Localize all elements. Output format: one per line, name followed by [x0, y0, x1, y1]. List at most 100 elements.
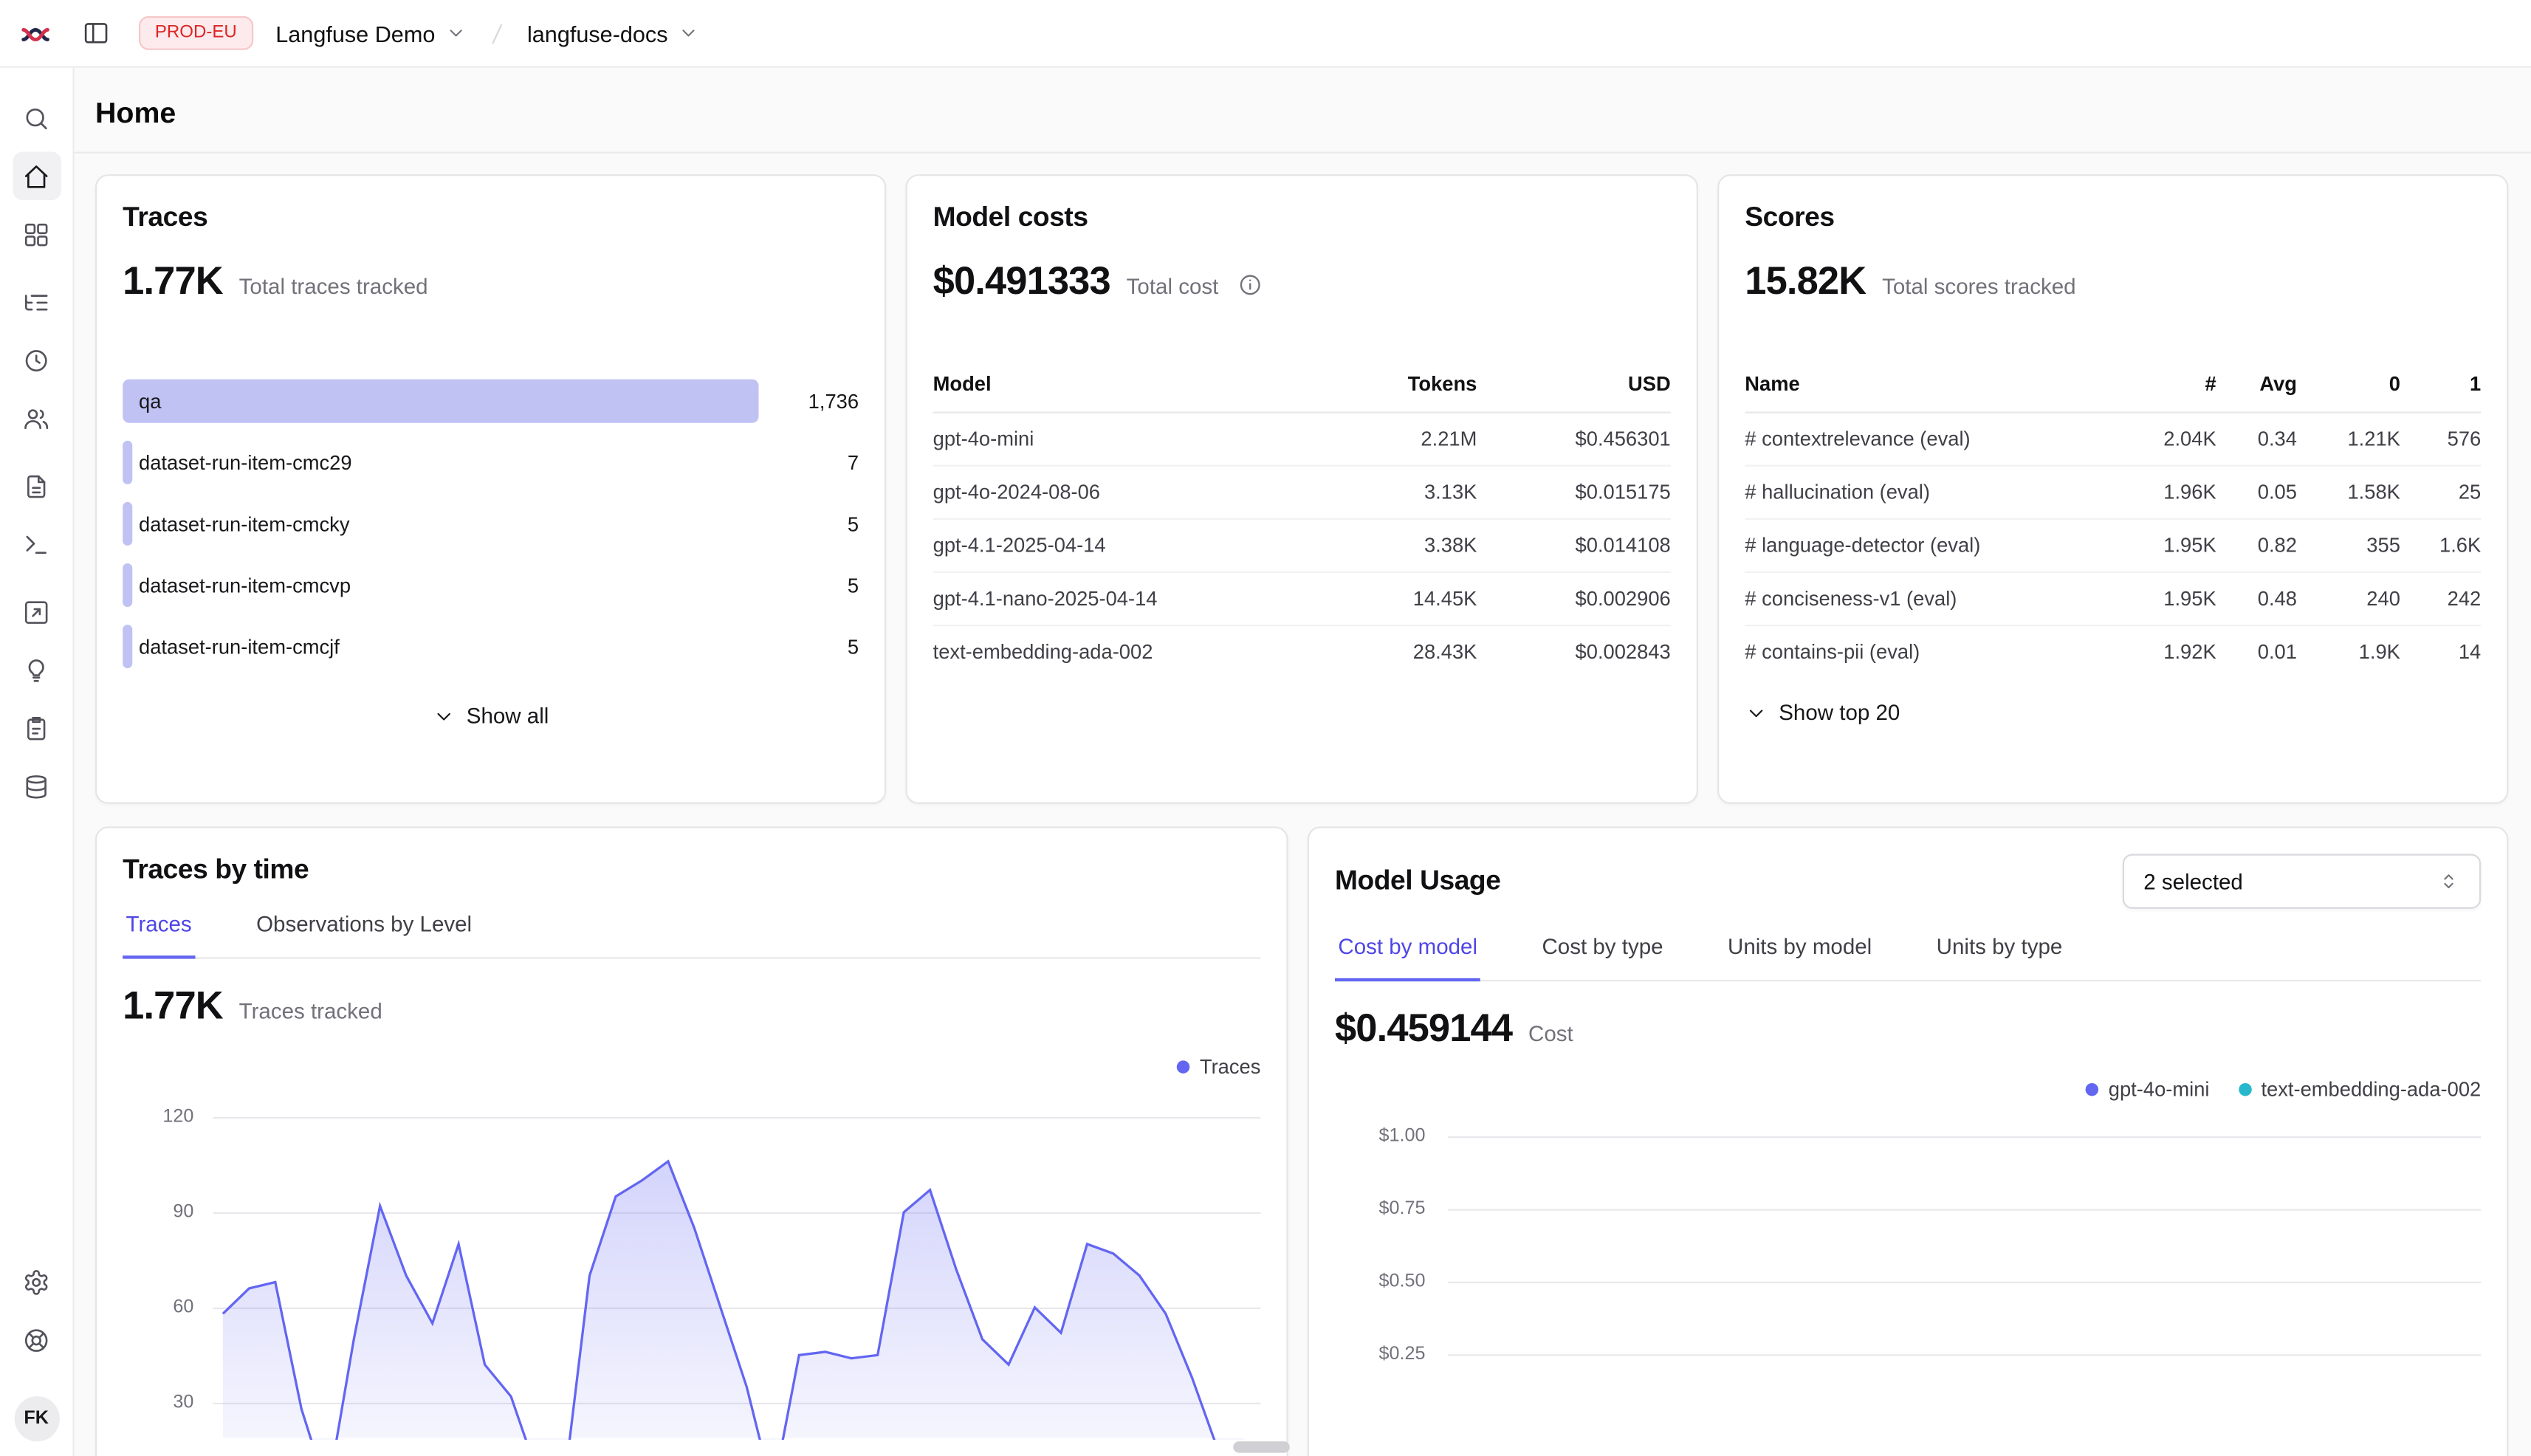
trace-bar-row[interactable]: dataset-run-item-cmcky 5	[123, 502, 859, 546]
table-row: # contains-pii (eval) 1.92K 0.01 1.9K 14	[1745, 626, 2481, 678]
chevron-down-icon	[1745, 701, 1768, 724]
gridline	[1448, 1136, 2481, 1138]
model-tokens: 28.43K	[1308, 641, 1477, 664]
score-name: # conciseness-v1 (eval)	[1745, 588, 2116, 611]
score-zero: 1.21K	[2297, 427, 2400, 450]
org-switcher[interactable]: Langfuse Demo	[275, 20, 466, 46]
traces-by-time-card: Traces by time Traces Observations by Le…	[95, 826, 1288, 1456]
y-tick: 90	[123, 1203, 193, 1222]
file-text-icon	[23, 472, 50, 499]
scores-total-value: 15.82K	[1745, 260, 1866, 305]
traces-card: Traces 1.77K Total traces tracked qa 1,7…	[95, 174, 886, 804]
sidebar-rail: FK	[0, 68, 75, 1456]
show-all-button[interactable]: Show all	[123, 704, 859, 728]
score-count: 1.96K	[2116, 481, 2216, 504]
score-count: 1.95K	[2116, 535, 2216, 557]
sidebar-item-dashboards[interactable]	[12, 210, 61, 258]
trace-bar-row[interactable]: dataset-run-item-cmcvp 5	[123, 563, 859, 607]
tab-observations-by-level[interactable]: Observations by Level	[253, 912, 475, 958]
show-top-20-button[interactable]: Show top 20	[1745, 701, 1900, 725]
legend-item-gpt-4o-mini[interactable]: gpt-4o-mini	[2086, 1078, 2209, 1101]
trace-bar-row[interactable]: dataset-run-item-cmc29 7	[123, 441, 859, 484]
scores-table: Name # Avg 0 1 # contextrelevance (eval)…	[1745, 360, 2481, 679]
score-avg: 0.82	[2216, 535, 2297, 557]
traces-by-time-title: Traces by time	[123, 854, 1260, 887]
sidebar-item-annotation[interactable]	[12, 645, 61, 694]
life-buoy-icon	[23, 1326, 50, 1353]
traces-by-time-tabs: Traces Observations by Level	[123, 912, 1260, 958]
table-row: gpt-4.1-2025-04-14 3.38K $0.014108	[933, 520, 1671, 573]
bar-label: dataset-run-item-cmcjf	[139, 635, 340, 658]
horizontal-scrollbar-thumb[interactable]	[1233, 1441, 1290, 1452]
table-row: # conciseness-v1 (eval) 1.95K 0.48 240 2…	[1745, 573, 2481, 626]
table-row: # language-detector (eval) 1.95K 0.82 35…	[1745, 520, 2481, 573]
show-top-20-label: Show top 20	[1779, 701, 1900, 725]
bar-label: dataset-run-item-cmc29	[139, 451, 352, 474]
tab-units-by-type[interactable]: Units by type	[1933, 935, 2065, 981]
model-usd: $0.456301	[1477, 427, 1670, 450]
traces-by-time-chart: 120 90 60 30	[123, 1101, 1260, 1440]
legend-dot	[2086, 1083, 2098, 1096]
score-zero: 1.58K	[2297, 481, 2400, 504]
model-tokens: 3.13K	[1308, 481, 1477, 504]
model-usage-chart: $1.00 $0.75 $0.50 $0.25	[1335, 1120, 2481, 1395]
sidebar-toggle-button[interactable]	[75, 12, 117, 54]
usage-cost-value: $0.459144	[1335, 1007, 1512, 1052]
table-row: gpt-4o-2024-08-06 3.13K $0.015175	[933, 467, 1671, 520]
score-count: 1.95K	[2116, 588, 2216, 611]
model-usage-title: Model Usage	[1335, 865, 1500, 898]
scores-card: Scores 15.82K Total scores tracked Name …	[1717, 174, 2508, 804]
support-button[interactable]	[12, 1316, 61, 1364]
database-icon	[23, 772, 50, 800]
clipboard-icon	[23, 714, 50, 741]
scores-card-title: Scores	[1745, 202, 2481, 234]
square-arrow-icon	[23, 598, 50, 625]
column-avg: Avg	[2216, 373, 2297, 396]
traces-total-label: Total traces tracked	[239, 275, 428, 299]
model-name: gpt-4.1-2025-04-14	[933, 535, 1308, 557]
score-count: 2.04K	[2116, 427, 2216, 450]
sidebar-item-users[interactable]	[12, 394, 61, 442]
legend-item-traces[interactable]: Traces	[1177, 1056, 1260, 1079]
score-count: 1.92K	[2116, 641, 2216, 664]
model-selector[interactable]: 2 selected	[2123, 854, 2481, 909]
sidebar-item-evaluation[interactable]	[12, 588, 61, 636]
project-switcher[interactable]: langfuse-docs	[527, 20, 698, 46]
table-row: # contextrelevance (eval) 2.04K 0.34 1.2…	[1745, 413, 2481, 467]
tab-units-by-model[interactable]: Units by model	[1725, 935, 1875, 981]
trace-bar-row[interactable]: dataset-run-item-cmcjf 5	[123, 625, 859, 668]
show-all-label: Show all	[467, 704, 549, 728]
sidebar-item-sessions[interactable]	[12, 336, 61, 385]
model-selector-value: 2 selected	[2143, 869, 2243, 893]
sidebar-item-database[interactable]	[12, 762, 61, 811]
lightbulb-icon	[23, 656, 50, 684]
legend-dot	[1177, 1060, 1189, 1073]
traces-tracked-label: Traces tracked	[239, 999, 382, 1023]
model-costs-card: Model costs $0.491333 Total cost Model	[905, 174, 1697, 804]
trace-bar-row[interactable]: qa 1,736	[123, 380, 859, 423]
main-content: Home Traces 1.77K Total traces tracked	[75, 68, 2531, 1456]
tab-cost-by-type[interactable]: Cost by type	[1539, 935, 1666, 981]
tab-traces[interactable]: Traces	[123, 912, 195, 958]
sidebar-item-tracing[interactable]	[12, 278, 61, 326]
sidebar-item-datasets[interactable]	[12, 704, 61, 752]
sidebar-item-playground[interactable]	[12, 520, 61, 569]
column-name: Name	[1745, 373, 2116, 396]
model-usd: $0.002843	[1477, 641, 1670, 664]
sidebar-item-prompts[interactable]	[12, 461, 61, 510]
legend-item-text-embedding-ada-002[interactable]: text-embedding-ada-002	[2239, 1078, 2481, 1101]
settings-button[interactable]	[12, 1257, 61, 1306]
model-name: text-embedding-ada-002	[933, 641, 1308, 664]
bar-label: dataset-run-item-cmcky	[139, 512, 350, 535]
sidebar-item-home[interactable]	[12, 152, 61, 201]
tab-cost-by-model[interactable]: Cost by model	[1335, 935, 1480, 981]
y-tick: 30	[123, 1393, 193, 1412]
score-one: 576	[2400, 427, 2481, 450]
bar-value: 5	[759, 512, 859, 535]
chart-legend: Traces	[123, 1056, 1260, 1079]
list-tree-icon	[23, 288, 50, 315]
info-icon[interactable]	[1238, 272, 1263, 305]
sidebar-item-search[interactable]	[12, 94, 61, 142]
user-avatar[interactable]: FK	[14, 1396, 59, 1441]
column-usd: USD	[1477, 373, 1670, 396]
